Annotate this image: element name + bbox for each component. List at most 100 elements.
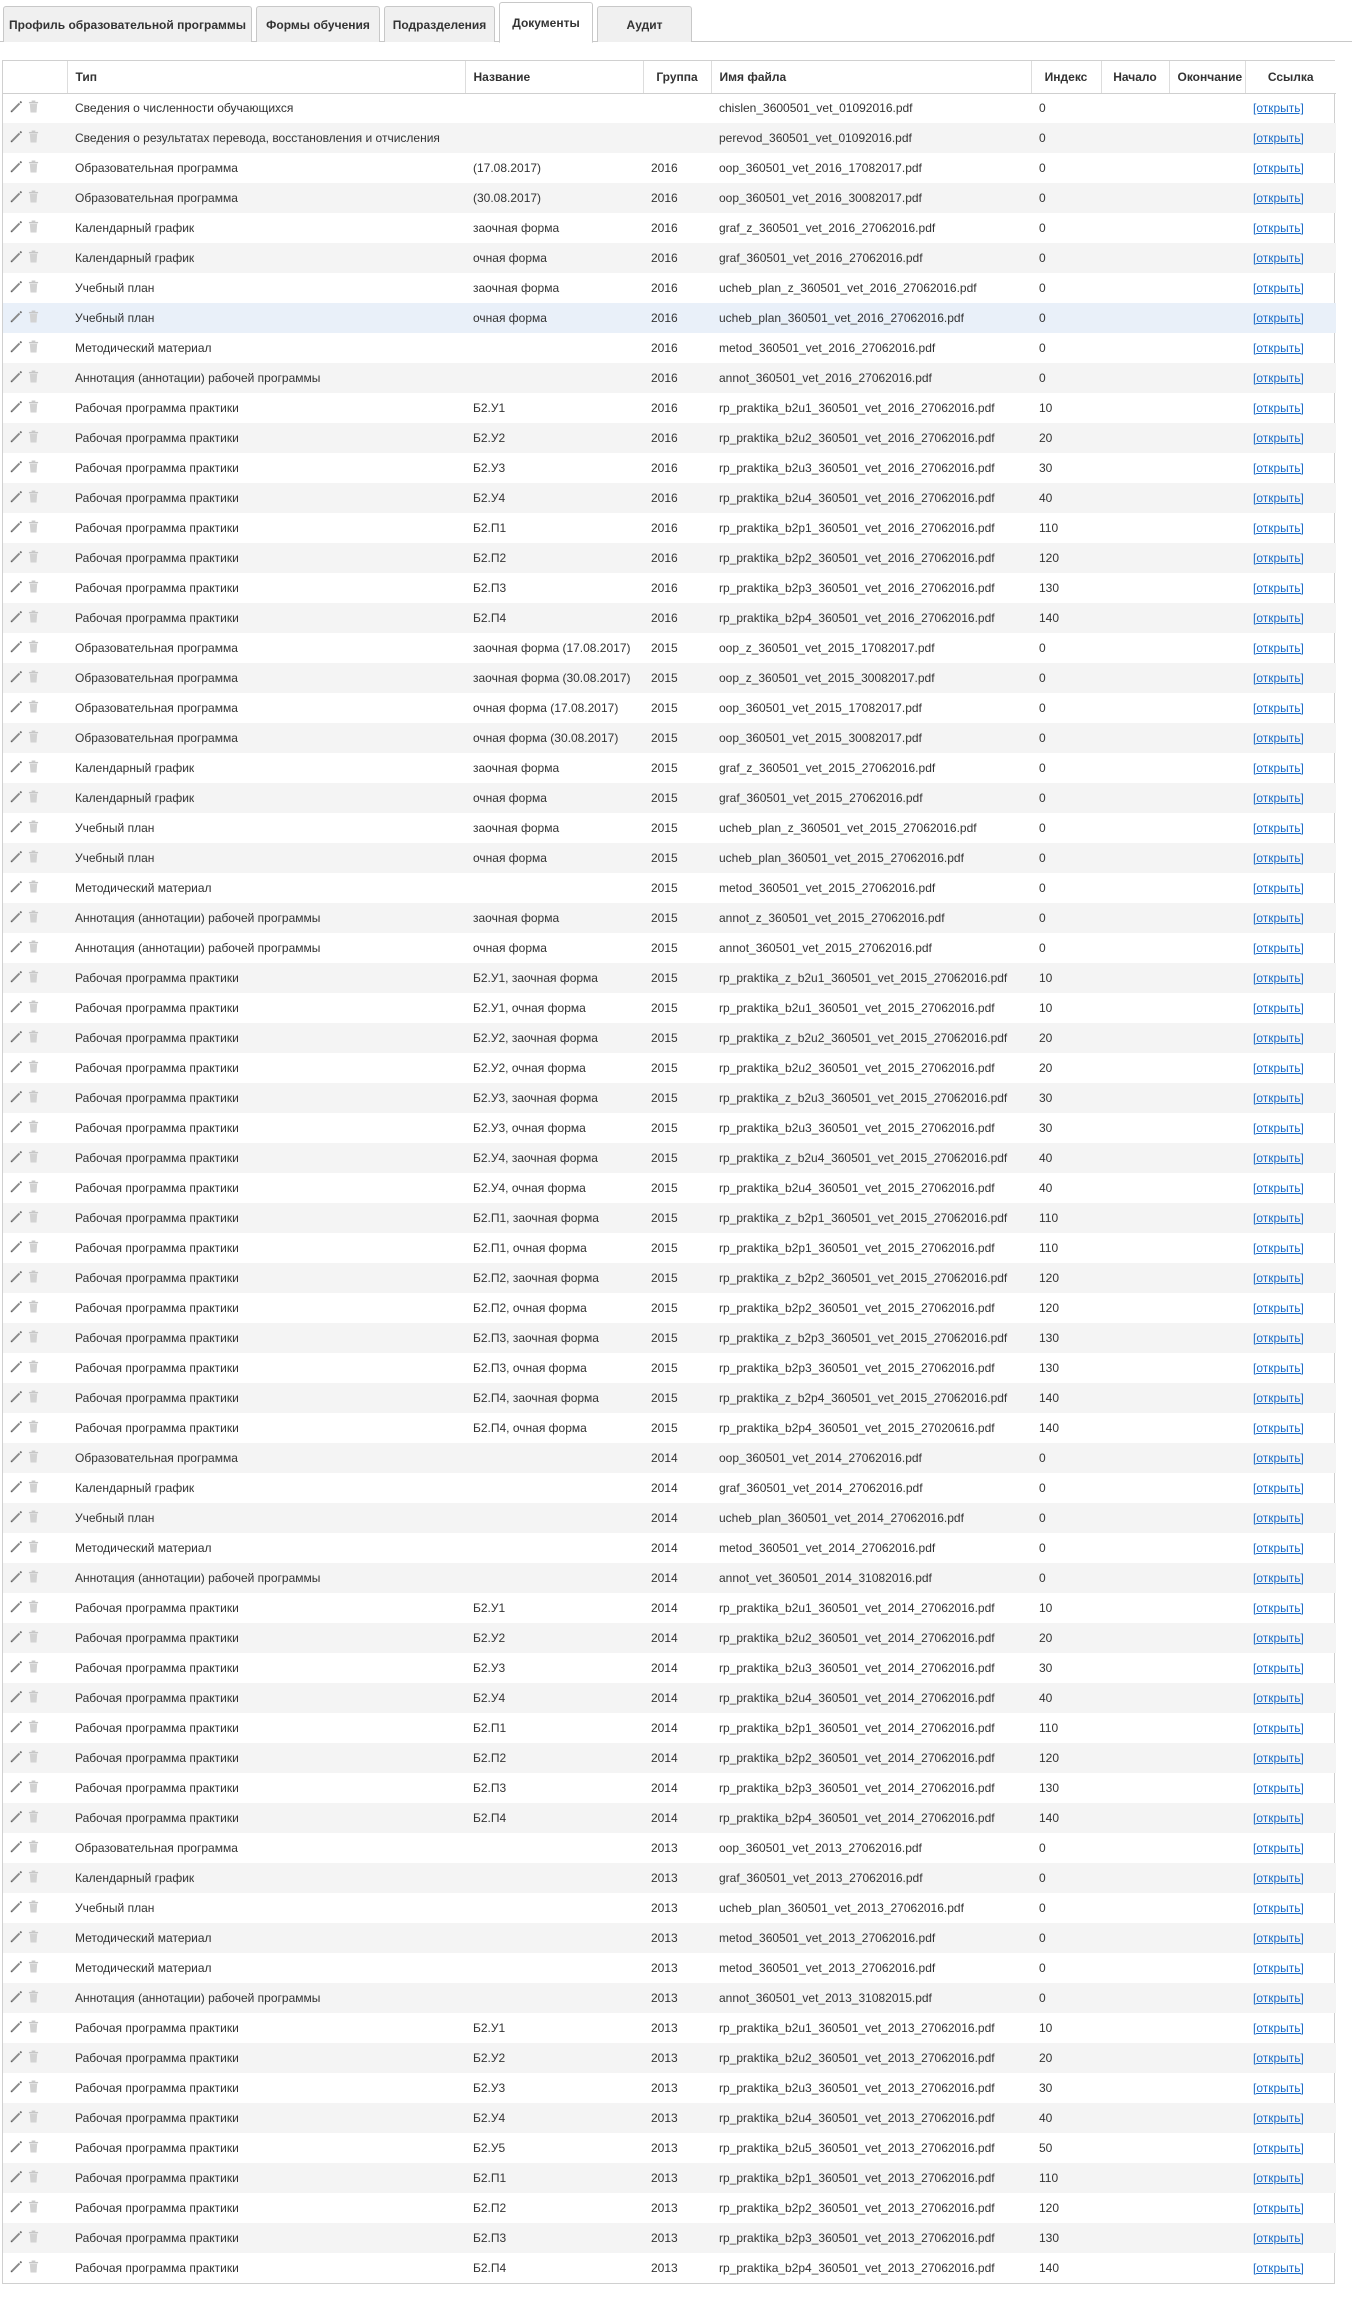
pencil-icon[interactable] bbox=[9, 519, 24, 537]
open-link[interactable]: [открыть] bbox=[1253, 191, 1304, 205]
tab-audit[interactable]: Аудит bbox=[597, 6, 692, 42]
trash-icon[interactable] bbox=[28, 1150, 39, 1166]
open-link[interactable]: [открыть] bbox=[1253, 941, 1304, 955]
pencil-icon[interactable] bbox=[9, 189, 24, 207]
pencil-icon[interactable] bbox=[9, 129, 24, 147]
column-header-filename[interactable]: Имя файла bbox=[710, 61, 1031, 94]
trash-icon[interactable] bbox=[28, 2110, 39, 2126]
trash-icon[interactable] bbox=[28, 1960, 39, 1976]
trash-icon[interactable] bbox=[28, 700, 39, 716]
trash-icon[interactable] bbox=[28, 730, 39, 746]
trash-icon[interactable] bbox=[28, 160, 39, 176]
trash-icon[interactable] bbox=[28, 430, 39, 446]
pencil-icon[interactable] bbox=[9, 2049, 24, 2067]
open-link[interactable]: [открыть] bbox=[1253, 251, 1304, 265]
open-link[interactable]: [открыть] bbox=[1253, 2231, 1304, 2245]
open-link[interactable]: [открыть] bbox=[1253, 1511, 1304, 1525]
trash-icon[interactable] bbox=[28, 130, 39, 146]
open-link[interactable]: [открыть] bbox=[1253, 881, 1304, 895]
column-header-group[interactable]: Группа bbox=[642, 61, 711, 94]
pencil-icon[interactable] bbox=[9, 789, 24, 807]
pencil-icon[interactable] bbox=[9, 669, 24, 687]
trash-icon[interactable] bbox=[28, 1750, 39, 1766]
open-link[interactable]: [открыть] bbox=[1253, 1211, 1304, 1225]
open-link[interactable]: [открыть] bbox=[1253, 1271, 1304, 1285]
trash-icon[interactable] bbox=[28, 1030, 39, 1046]
pencil-icon[interactable] bbox=[9, 1269, 24, 1287]
tab-profile[interactable]: Профиль образовательной программы bbox=[3, 6, 252, 42]
trash-icon[interactable] bbox=[28, 2020, 39, 2036]
pencil-icon[interactable] bbox=[9, 939, 24, 957]
open-link[interactable]: [открыть] bbox=[1253, 1151, 1304, 1165]
trash-icon[interactable] bbox=[28, 1450, 39, 1466]
trash-icon[interactable] bbox=[28, 1510, 39, 1526]
trash-icon[interactable] bbox=[28, 1660, 39, 1676]
pencil-icon[interactable] bbox=[9, 999, 24, 1017]
pencil-icon[interactable] bbox=[9, 1659, 24, 1677]
pencil-icon[interactable] bbox=[9, 1839, 24, 1857]
open-link[interactable]: [открыть] bbox=[1253, 1961, 1304, 1975]
open-link[interactable]: [открыть] bbox=[1253, 311, 1304, 325]
open-link[interactable]: [открыть] bbox=[1253, 701, 1304, 715]
trash-icon[interactable] bbox=[28, 1060, 39, 1076]
open-link[interactable]: [открыть] bbox=[1253, 101, 1304, 115]
trash-icon[interactable] bbox=[28, 2140, 39, 2156]
pencil-icon[interactable] bbox=[9, 1299, 24, 1317]
open-link[interactable]: [открыть] bbox=[1253, 1811, 1304, 1825]
open-link[interactable]: [открыть] bbox=[1253, 2171, 1304, 2185]
open-link[interactable]: [открыть] bbox=[1253, 2111, 1304, 2125]
trash-icon[interactable] bbox=[28, 1600, 39, 1616]
pencil-icon[interactable] bbox=[9, 159, 24, 177]
trash-icon[interactable] bbox=[28, 490, 39, 506]
trash-icon[interactable] bbox=[28, 1780, 39, 1796]
open-link[interactable]: [открыть] bbox=[1253, 1631, 1304, 1645]
open-link[interactable]: [открыть] bbox=[1253, 911, 1304, 925]
column-header-type[interactable]: Тип bbox=[66, 61, 465, 94]
trash-icon[interactable] bbox=[28, 1870, 39, 1886]
pencil-icon[interactable] bbox=[9, 1359, 24, 1377]
open-link[interactable]: [открыть] bbox=[1253, 1721, 1304, 1735]
trash-icon[interactable] bbox=[28, 760, 39, 776]
trash-icon[interactable] bbox=[28, 1420, 39, 1436]
trash-icon[interactable] bbox=[28, 1300, 39, 1316]
pencil-icon[interactable] bbox=[9, 1689, 24, 1707]
trash-icon[interactable] bbox=[28, 1690, 39, 1706]
pencil-icon[interactable] bbox=[9, 1749, 24, 1767]
trash-icon[interactable] bbox=[28, 520, 39, 536]
trash-icon[interactable] bbox=[28, 850, 39, 866]
trash-icon[interactable] bbox=[28, 1840, 39, 1856]
pencil-icon[interactable] bbox=[9, 2259, 24, 2277]
open-link[interactable]: [открыть] bbox=[1253, 761, 1304, 775]
tab-documents[interactable]: Документы bbox=[499, 2, 593, 43]
trash-icon[interactable] bbox=[28, 1720, 39, 1736]
trash-icon[interactable] bbox=[28, 1930, 39, 1946]
open-link[interactable]: [открыть] bbox=[1253, 1781, 1304, 1795]
pencil-icon[interactable] bbox=[9, 1509, 24, 1527]
open-link[interactable]: [открыть] bbox=[1253, 401, 1304, 415]
pencil-icon[interactable] bbox=[9, 1179, 24, 1197]
open-link[interactable]: [открыть] bbox=[1253, 2081, 1304, 2095]
pencil-icon[interactable] bbox=[9, 99, 24, 117]
trash-icon[interactable] bbox=[28, 1270, 39, 1286]
open-link[interactable]: [открыть] bbox=[1253, 281, 1304, 295]
trash-icon[interactable] bbox=[28, 550, 39, 566]
open-link[interactable]: [открыть] bbox=[1253, 671, 1304, 685]
open-link[interactable]: [открыть] bbox=[1253, 1661, 1304, 1675]
open-link[interactable]: [открыть] bbox=[1253, 1451, 1304, 1465]
pencil-icon[interactable] bbox=[9, 1389, 24, 1407]
pencil-icon[interactable] bbox=[9, 1599, 24, 1617]
pencil-icon[interactable] bbox=[9, 1029, 24, 1047]
trash-icon[interactable] bbox=[28, 1180, 39, 1196]
open-link[interactable]: [открыть] bbox=[1253, 1361, 1304, 1375]
pencil-icon[interactable] bbox=[9, 309, 24, 327]
trash-icon[interactable] bbox=[28, 370, 39, 386]
open-link[interactable]: [открыть] bbox=[1253, 581, 1304, 595]
column-header-end[interactable]: Окончание bbox=[1168, 61, 1245, 94]
pencil-icon[interactable] bbox=[9, 1479, 24, 1497]
trash-icon[interactable] bbox=[28, 910, 39, 926]
pencil-icon[interactable] bbox=[9, 1629, 24, 1647]
open-link[interactable]: [открыть] bbox=[1253, 2261, 1304, 2275]
trash-icon[interactable] bbox=[28, 280, 39, 296]
open-link[interactable]: [открыть] bbox=[1253, 851, 1304, 865]
pencil-icon[interactable] bbox=[9, 249, 24, 267]
